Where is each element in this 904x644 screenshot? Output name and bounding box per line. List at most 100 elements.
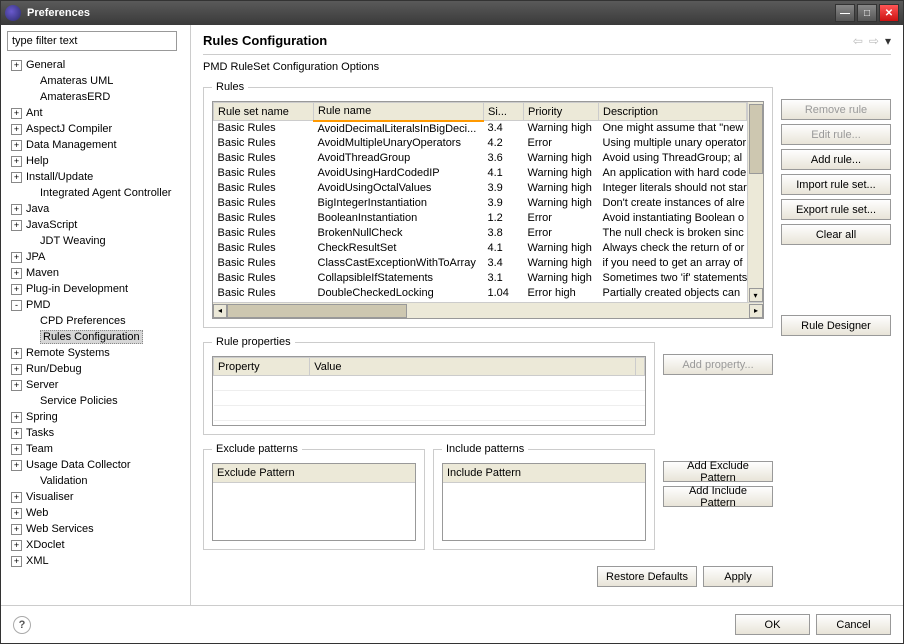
table-row[interactable]: Basic RulesBrokenNullCheck3.8ErrorThe nu… xyxy=(214,226,747,241)
expand-icon[interactable]: + xyxy=(11,204,22,215)
scroll-right-icon[interactable]: ▸ xyxy=(749,304,763,318)
minimize-button[interactable]: ― xyxy=(835,4,855,22)
maximize-button[interactable]: □ xyxy=(857,4,877,22)
col-since[interactable]: Si... xyxy=(484,103,524,121)
expand-icon[interactable]: + xyxy=(11,460,22,471)
expand-icon[interactable]: + xyxy=(11,284,22,295)
tree-item[interactable]: +XDoclet xyxy=(7,537,184,553)
expand-icon[interactable]: + xyxy=(11,108,22,119)
tree-item[interactable]: Rules Configuration xyxy=(7,329,184,345)
tree-item[interactable]: +Remote Systems xyxy=(7,345,184,361)
col-priority[interactable]: Priority xyxy=(524,103,599,121)
table-row[interactable]: Basic RulesAvoidUsingOctalValues3.9Warni… xyxy=(214,181,747,196)
table-row[interactable]: Basic RulesDoubleCheckedLocking1.04Error… xyxy=(214,286,747,301)
tree-item[interactable]: +General xyxy=(7,57,184,73)
add-exclude-button[interactable]: Add Exclude Pattern xyxy=(663,461,773,482)
col-value[interactable]: Value xyxy=(310,358,636,376)
expand-icon[interactable]: + xyxy=(11,348,22,359)
table-row[interactable]: Basic RulesBooleanInstantiation1.2ErrorA… xyxy=(214,211,747,226)
tree-item[interactable]: +Java xyxy=(7,201,184,217)
close-button[interactable]: ✕ xyxy=(879,4,899,22)
apply-button[interactable]: Apply xyxy=(703,566,773,587)
import-ruleset-button[interactable]: Import rule set... xyxy=(781,174,891,195)
tree-item[interactable]: +Help xyxy=(7,153,184,169)
expand-icon[interactable]: + xyxy=(11,124,22,135)
expand-icon[interactable]: + xyxy=(11,140,22,151)
dropdown-icon[interactable]: ▾ xyxy=(885,34,891,48)
tree-item[interactable]: +Usage Data Collector xyxy=(7,457,184,473)
tree-item[interactable]: +Ant xyxy=(7,105,184,121)
add-include-button[interactable]: Add Include Pattern xyxy=(663,486,773,507)
col-ruleset[interactable]: Rule set name xyxy=(214,103,314,121)
expand-icon[interactable]: + xyxy=(11,380,22,391)
col-include[interactable]: Include Pattern xyxy=(443,464,645,482)
col-exclude[interactable]: Exclude Pattern xyxy=(213,464,415,482)
tree-item[interactable]: -PMD xyxy=(7,297,184,313)
expand-icon[interactable]: + xyxy=(11,492,22,503)
scroll-thumb[interactable] xyxy=(749,104,763,174)
tree-item[interactable]: AmaterasERD xyxy=(7,89,184,105)
expand-icon[interactable]: + xyxy=(11,524,22,535)
tree-item[interactable]: +Web Services xyxy=(7,521,184,537)
cancel-button[interactable]: Cancel xyxy=(816,614,891,635)
props-table[interactable]: Property Value xyxy=(212,356,646,426)
table-row[interactable]: Basic RulesAvoidDecimalLiteralsInBigDeci… xyxy=(214,121,747,136)
expand-icon[interactable]: + xyxy=(11,364,22,375)
col-description[interactable]: Description xyxy=(599,103,747,121)
table-row[interactable]: Basic RulesBigIntegerInstantiation3.9War… xyxy=(214,196,747,211)
tree-item[interactable]: Service Policies xyxy=(7,393,184,409)
back-icon[interactable]: ⇦ xyxy=(853,34,863,48)
clear-all-button[interactable]: Clear all xyxy=(781,224,891,245)
table-row[interactable]: Basic RulesCheckResultSet4.1Warning high… xyxy=(214,241,747,256)
expand-icon[interactable]: + xyxy=(11,412,22,423)
tree-item[interactable]: +Tasks xyxy=(7,425,184,441)
tree-item[interactable]: +JavaScript xyxy=(7,217,184,233)
tree-item[interactable]: +Spring xyxy=(7,409,184,425)
rules-table[interactable]: Rule set name Rule name Si... Priority D… xyxy=(213,102,747,302)
table-row[interactable]: Basic RulesAvoidThreadGroup3.6Warning hi… xyxy=(214,151,747,166)
forward-icon[interactable]: ⇨ xyxy=(869,34,879,48)
table-row[interactable]: Basic RulesAvoidUsingHardCodedIP4.1Warni… xyxy=(214,166,747,181)
tree-item[interactable]: CPD Preferences xyxy=(7,313,184,329)
restore-defaults-button[interactable]: Restore Defaults xyxy=(597,566,697,587)
tree-item[interactable]: +Web xyxy=(7,505,184,521)
tree-item[interactable]: +AspectJ Compiler xyxy=(7,121,184,137)
table-row[interactable]: Basic RulesAvoidMultipleUnaryOperators4.… xyxy=(214,136,747,151)
tree-item[interactable]: +Run/Debug xyxy=(7,361,184,377)
remove-rule-button[interactable]: Remove rule xyxy=(781,99,891,120)
include-table[interactable]: Include Pattern xyxy=(442,463,646,541)
filter-input[interactable] xyxy=(7,31,177,51)
add-property-button[interactable]: Add property... xyxy=(663,354,773,375)
tree-item[interactable]: +Team xyxy=(7,441,184,457)
preferences-tree[interactable]: +GeneralAmateras UMLAmaterasERD+Ant+Aspe… xyxy=(7,57,184,599)
expand-icon[interactable]: + xyxy=(11,444,22,455)
expand-icon[interactable]: + xyxy=(11,556,22,567)
exclude-table[interactable]: Exclude Pattern xyxy=(212,463,416,541)
expand-icon[interactable]: + xyxy=(11,172,22,183)
tree-item[interactable]: Amateras UML xyxy=(7,73,184,89)
expand-icon[interactable]: + xyxy=(11,428,22,439)
expand-icon[interactable]: + xyxy=(11,268,22,279)
tree-item[interactable]: Validation xyxy=(7,473,184,489)
vertical-scrollbar[interactable]: ▾ xyxy=(747,102,763,302)
horizontal-scrollbar[interactable]: ◂ ▸ xyxy=(213,302,763,318)
rule-designer-button[interactable]: Rule Designer xyxy=(781,315,891,336)
edit-rule-button[interactable]: Edit rule... xyxy=(781,124,891,145)
tree-item[interactable]: +Visualiser xyxy=(7,489,184,505)
hscroll-thumb[interactable] xyxy=(227,304,407,318)
scroll-down-icon[interactable]: ▾ xyxy=(749,288,763,302)
col-rulename[interactable]: Rule name xyxy=(314,103,484,121)
table-row[interactable]: Basic RulesCollapsibleIfStatements3.1War… xyxy=(214,271,747,286)
expand-icon[interactable]: + xyxy=(11,220,22,231)
export-ruleset-button[interactable]: Export rule set... xyxy=(781,199,891,220)
expand-icon[interactable]: + xyxy=(11,156,22,167)
expand-icon[interactable]: + xyxy=(11,252,22,263)
help-icon[interactable]: ? xyxy=(13,616,31,634)
tree-item[interactable]: +Data Management xyxy=(7,137,184,153)
col-property[interactable]: Property xyxy=(214,358,310,376)
tree-item[interactable]: +Install/Update xyxy=(7,169,184,185)
tree-item[interactable]: +Plug-in Development xyxy=(7,281,184,297)
tree-item[interactable]: +Maven xyxy=(7,265,184,281)
table-row[interactable]: Basic RulesClassCastExceptionWithToArray… xyxy=(214,256,747,271)
expand-icon[interactable]: + xyxy=(11,60,22,71)
